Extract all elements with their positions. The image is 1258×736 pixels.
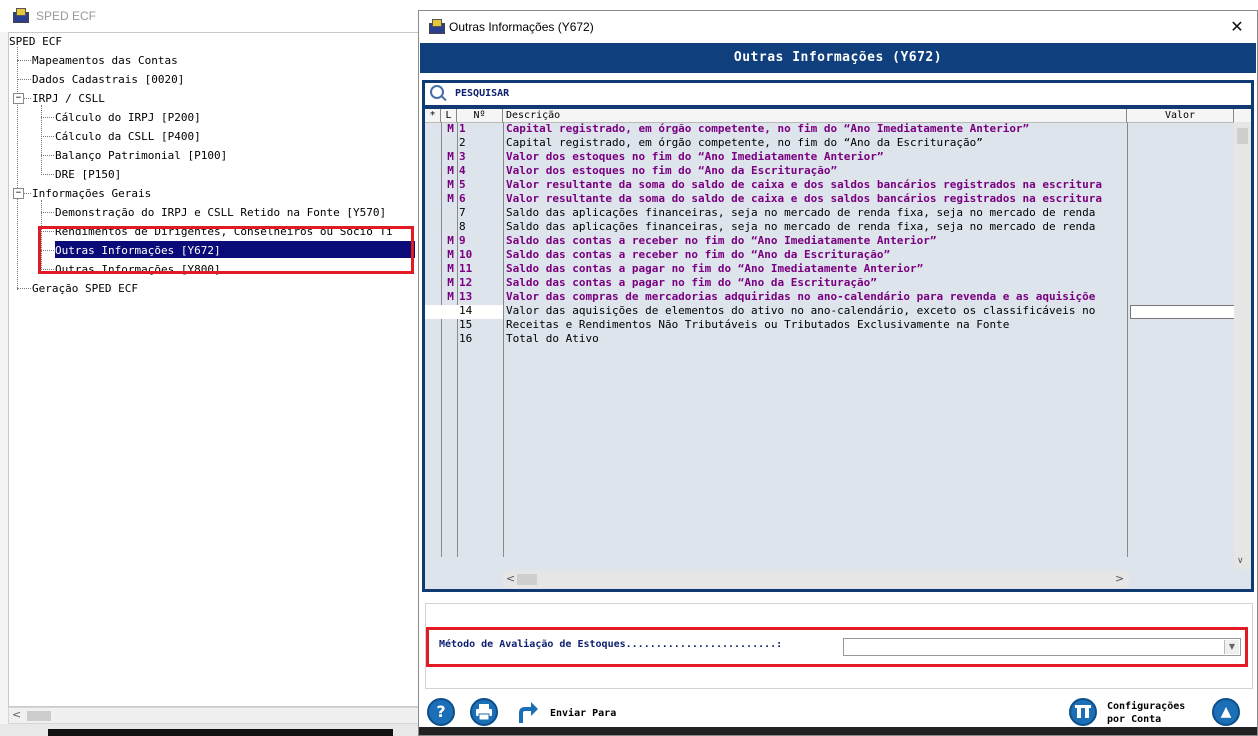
navigation-tree: − − SPED ECF Mapeamentos das Contas Dado…	[8, 32, 420, 707]
sped-ecf-window: SPED ECF − − SPED ECF Mapeamentos das Co…	[0, 0, 420, 736]
scroll-thumb[interactable]	[27, 711, 51, 721]
tree-item-balanco[interactable]: Balanço Patrimonial [P100]	[55, 148, 227, 163]
table-row[interactable]: M 13 Valor das compras de mercadorias adqu…	[425, 290, 1251, 304]
col-star[interactable]: *	[425, 109, 441, 122]
scroll-down-icon[interactable]: ∨	[1237, 556, 1244, 566]
tree-item-geracao[interactable]: Geração SPED ECF	[32, 281, 138, 296]
scroll-left-icon[interactable]: <	[506, 572, 515, 585]
table-row[interactable]: M 3 Valor dos estoques no fim do “Ano Imed…	[425, 150, 1251, 164]
vscroll-thumb[interactable]	[1237, 128, 1248, 144]
hscroll-thumb[interactable]	[517, 574, 537, 585]
table-row[interactable]: M 5 Valor resultante da soma do saldo de c…	[425, 178, 1251, 192]
table-row[interactable]: M 4 Valor dos estoques no fim do “Ano da E…	[425, 164, 1251, 178]
metodo-avaliacao-label: Método de Avaliação de Estoques.........…	[439, 639, 783, 650]
app-icon	[428, 19, 445, 34]
table-row[interactable]: 2 Capital registrado, em órgão competente…	[425, 136, 1251, 150]
window-title: SPED ECF	[36, 9, 97, 23]
tree-horizontal-scrollbar[interactable]: <	[8, 707, 420, 724]
table-row[interactable]: M 1 Capital registrado, em órgão competent…	[425, 122, 1251, 136]
chevron-down-icon[interactable]: ▼	[1224, 640, 1239, 654]
sped-ecf-titlebar: SPED ECF	[0, 0, 420, 33]
dialog-header: Outras Informações (Y672)	[420, 43, 1256, 73]
col-valor[interactable]: Valor	[1127, 109, 1234, 122]
table-row[interactable]: 16 Total do Ativo	[425, 332, 1251, 346]
col-descricao[interactable]: Descrição	[503, 109, 1127, 122]
table-row[interactable]: M 11 Saldo das contas a pagar no fim do “A…	[425, 262, 1251, 276]
tools-icon	[1075, 705, 1091, 718]
search-label[interactable]: PESQUISAR	[455, 88, 509, 99]
table-row-active[interactable]: 14 Valor das aquisições de elementos do a…	[425, 304, 1251, 318]
data-grid: * L Nº Descrição Valor M 1 Capital registr…	[425, 109, 1251, 589]
help-button[interactable]: ?	[427, 698, 455, 726]
tree-item-dre[interactable]: DRE [P150]	[55, 167, 121, 182]
printer-icon	[476, 704, 492, 721]
send-arrow-icon[interactable]	[515, 699, 539, 725]
tree-item-informacoes-gerais[interactable]: Informações Gerais	[32, 186, 151, 201]
table-row[interactable]: 8 Saldo das aplicações financeiras, seja …	[425, 220, 1251, 234]
table-row[interactable]: M 6 Valor resultante da soma do saldo de c…	[425, 192, 1251, 206]
table-row[interactable]: M 9 Saldo das contas a receber no fim do “…	[425, 234, 1251, 248]
table-row[interactable]: 7 Saldo das aplicações financeiras, seja …	[425, 206, 1251, 220]
tree-root[interactable]: SPED ECF	[9, 34, 62, 49]
outras-informacoes-dialog: Outras Informações (Y672) ✕ Outras Infor…	[418, 10, 1258, 736]
tree-item-mapeamentos[interactable]: Mapeamentos das Contas	[32, 53, 178, 68]
close-icon[interactable]: ✕	[1223, 15, 1251, 39]
col-n[interactable]: Nº	[457, 109, 503, 122]
table-row[interactable]: 15 Receitas e Rendimentos Não Tributáveis…	[425, 318, 1251, 332]
search-bar[interactable]: PESQUISAR	[425, 83, 1251, 105]
grid-horizontal-scrollbar[interactable]: < >	[503, 571, 1129, 588]
tree-item-dados-cadastrais[interactable]: Dados Cadastrais [0020]	[32, 72, 184, 87]
grid-header: * L Nº Descrição Valor	[425, 109, 1251, 123]
table-row[interactable]: M 10 Saldo das contas a receber no fim do …	[425, 248, 1251, 262]
print-button[interactable]	[470, 698, 498, 726]
scroll-left-icon[interactable]: <	[12, 708, 21, 721]
tree-item-irpj-csll[interactable]: IRPJ / CSLL	[32, 91, 105, 106]
metodo-avaliacao-select[interactable]: ▼	[843, 638, 1241, 656]
scroll-up-button[interactable]: ▲	[1212, 698, 1240, 726]
table-row[interactable]: M 12 Saldo das contas a pagar no fim do “A…	[425, 276, 1251, 290]
enviar-para-button[interactable]: Enviar Para	[550, 708, 616, 719]
dialog-titlebar: Outras Informações (Y672) ✕	[419, 11, 1257, 43]
collapse-informacoes-icon[interactable]: −	[13, 188, 24, 199]
scroll-right-icon[interactable]: >	[1115, 572, 1124, 585]
tree-item-calculo-csll[interactable]: Cálculo da CSLL [P400]	[55, 129, 201, 144]
config-por-conta-label[interactable]: Configurações por Conta	[1107, 700, 1185, 726]
highlight-box-tree	[38, 226, 414, 274]
col-l[interactable]: L	[441, 109, 457, 122]
collapse-irpj-icon[interactable]: −	[13, 93, 24, 104]
search-icon[interactable]	[430, 85, 447, 102]
tree-item-calculo-irpj[interactable]: Cálculo do IRPJ [P200]	[55, 110, 201, 125]
app-icon	[12, 8, 29, 23]
config-por-conta-button[interactable]	[1069, 698, 1097, 726]
tree-item-y570[interactable]: Demonstração do IRPJ e CSLL Retido na Fo…	[55, 205, 386, 220]
dialog-title: Outras Informações (Y672)	[449, 20, 594, 34]
grid-frame: PESQUISAR * L Nº Descrição Valor M 1 Capit…	[422, 80, 1254, 592]
grid-vertical-scrollbar[interactable]: ∨	[1234, 122, 1251, 569]
